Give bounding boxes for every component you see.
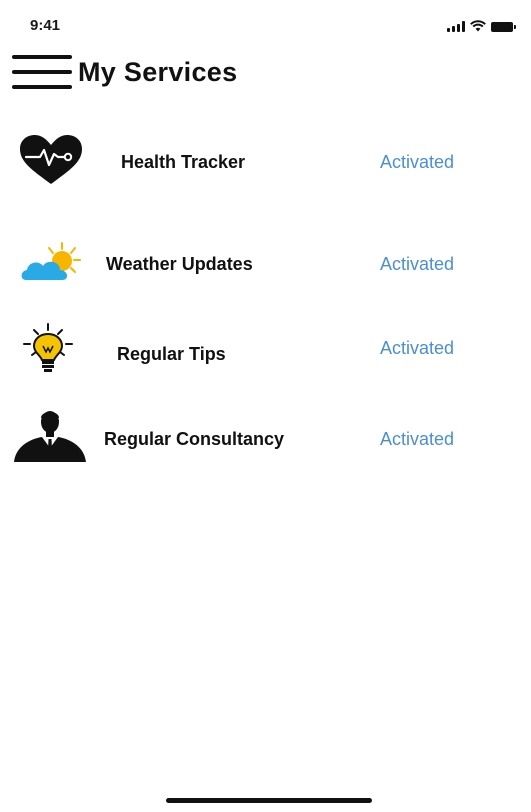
service-name: Weather Updates bbox=[106, 254, 253, 274]
consultant-person-icon bbox=[12, 408, 90, 464]
service-name: Health Tracker bbox=[121, 152, 246, 172]
page-title: My Services bbox=[78, 56, 238, 87]
hamburger-menu-icon[interactable] bbox=[12, 55, 72, 89]
status-icons bbox=[447, 18, 516, 32]
status-time: 9:41 bbox=[30, 17, 61, 34]
service-status: Activated bbox=[380, 338, 455, 358]
service-row-weather-updates[interactable]: Weather Updates Activated bbox=[0, 236, 531, 296]
service-status: Activated bbox=[380, 254, 455, 274]
home-indicator[interactable] bbox=[166, 798, 372, 803]
sun-cloud-icon bbox=[12, 240, 90, 296]
status-bar: 9:41 bbox=[0, 0, 531, 36]
wifi-icon bbox=[470, 20, 486, 32]
header: My Services bbox=[12, 52, 237, 92]
service-name: Regular Consultancy bbox=[104, 429, 285, 449]
service-status: Activated bbox=[380, 152, 455, 172]
service-name: Regular Tips bbox=[117, 344, 226, 364]
battery-icon bbox=[491, 22, 516, 32]
service-row-regular-tips[interactable]: Regular Tips Activated bbox=[0, 322, 531, 382]
service-row-regular-consultancy[interactable]: Regular Consultancy Activated bbox=[0, 408, 531, 468]
service-row-health-tracker[interactable]: Health Tracker Activated bbox=[0, 132, 531, 192]
service-status: Activated bbox=[380, 429, 455, 449]
signal-icon bbox=[447, 21, 465, 32]
heart-pulse-icon bbox=[12, 132, 90, 188]
lightbulb-icon bbox=[12, 322, 90, 378]
